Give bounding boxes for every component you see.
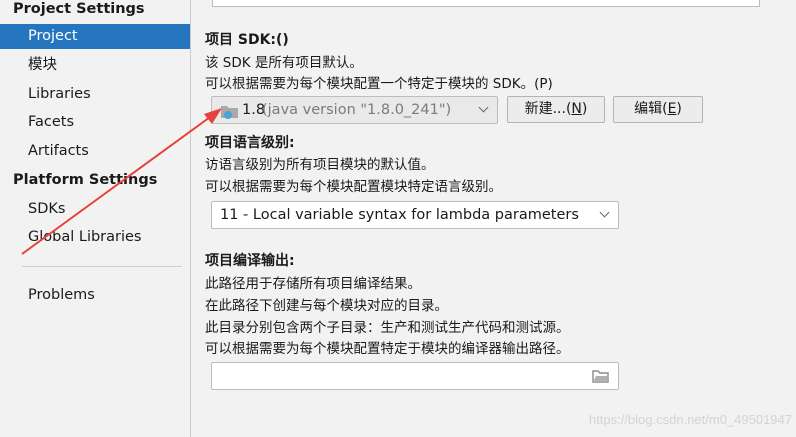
sidebar-item-sdks[interactable]: SDKs bbox=[0, 197, 190, 222]
output-path-field[interactable] bbox=[211, 362, 619, 390]
platform-settings-header: Platform Settings bbox=[13, 172, 158, 188]
output-description-4: 可以根据需要为每个模块配置特定于模块的编译器输出路径。 bbox=[205, 341, 570, 357]
language-section-title: 项目语言级别: bbox=[205, 135, 295, 151]
chevron-down-icon bbox=[599, 207, 610, 218]
watermark-text: https://blog.csdn.net/m0_49501947 bbox=[588, 412, 792, 427]
language-description-2: 可以根据需要为每个模块配置模块特定语言级别。 bbox=[205, 179, 502, 195]
settings-sidebar: Project Settings Project 模块 Libraries Fa… bbox=[0, 0, 191, 437]
sdk-section-title: 项目 SDK:() bbox=[205, 32, 289, 48]
output-description-3: 此目录分别包含两个子目录：生产和测试生产代码和测试源。 bbox=[205, 320, 570, 336]
sidebar-item-global-libraries[interactable]: Global Libraries bbox=[0, 225, 190, 250]
sdk-new-button[interactable]: 新建...(N) bbox=[507, 96, 605, 123]
chevron-down-icon bbox=[478, 102, 489, 113]
project-settings-panel: 项目 SDK:() 该 SDK 是所有项目默认。 可以根据需要为每个模块配置一个… bbox=[192, 0, 796, 437]
sidebar-item-artifacts[interactable]: Artifacts bbox=[0, 139, 190, 164]
sidebar-item-project[interactable]: Project bbox=[0, 24, 190, 49]
language-description-1: 访语言级别为所有项目模块的默认值。 bbox=[205, 157, 435, 173]
browse-folder-icon[interactable] bbox=[592, 369, 610, 384]
sidebar-item-problems[interactable]: Problems bbox=[0, 283, 190, 308]
sidebar-item-modules[interactable]: 模块 bbox=[0, 53, 190, 78]
project-settings-header: Project Settings bbox=[13, 1, 145, 17]
language-level-value: 11 - Local variable syntax for lambda pa… bbox=[220, 207, 579, 223]
sdk-description-1: 该 SDK 是所有项目默认。 bbox=[205, 55, 363, 71]
sidebar-item-libraries[interactable]: Libraries bbox=[0, 82, 190, 107]
sdk-edit-button[interactable]: 编辑(E) bbox=[613, 96, 703, 123]
sidebar-divider bbox=[22, 266, 182, 267]
sdk-folder-icon bbox=[221, 106, 238, 119]
output-description-1: 此路径用于存储所有项目编译结果。 bbox=[205, 276, 421, 292]
sdk-description-2: 可以根据需要为每个模块配置一个特定于模块的 SDK。(P) bbox=[205, 76, 553, 92]
sdk-combobox[interactable]: 1.8 (java version "1.8.0_241") bbox=[211, 96, 498, 124]
project-name-field[interactable] bbox=[212, 0, 760, 7]
sdk-version-detail: (java version "1.8.0_241") bbox=[262, 102, 452, 118]
sidebar-item-facets[interactable]: Facets bbox=[0, 110, 190, 135]
output-section-title: 项目编译输出: bbox=[205, 253, 295, 269]
language-level-combobox[interactable]: 11 - Local variable syntax for lambda pa… bbox=[211, 201, 619, 229]
output-description-2: 在此路径下创建与每个模块对应的目录。 bbox=[205, 298, 448, 314]
